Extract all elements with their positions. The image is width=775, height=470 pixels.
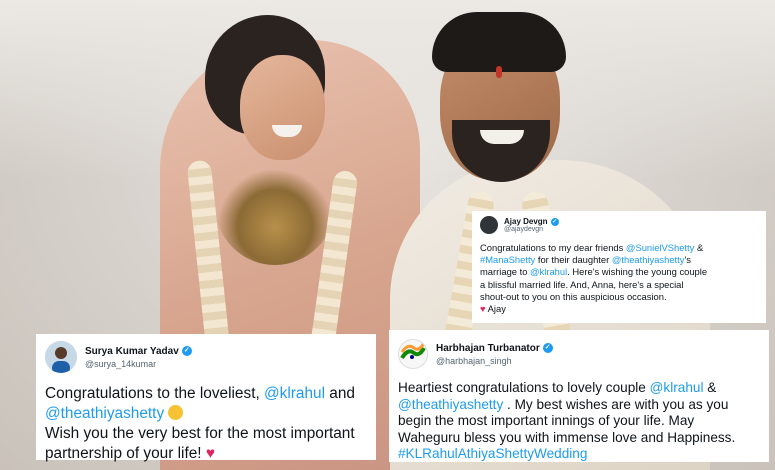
tweet-author-handle[interactable]: @ajaydevgn (504, 226, 559, 233)
tweet-author-name[interactable]: Harbhajan Turbanator (436, 343, 540, 354)
tweet-signature: Ajay (487, 303, 506, 315)
flag-icon (399, 340, 427, 368)
tweet-author-name[interactable]: Surya Kumar Yadav (85, 346, 179, 357)
tweet-card-surya[interactable]: Surya Kumar Yadav ✓ @surya_14kumar Congr… (36, 334, 376, 462)
tweet-text: Heartiest congratulations to lovely coup… (398, 380, 761, 463)
verified-check-icon: ✓ (542, 343, 553, 353)
mention-link[interactable]: @klrahul (530, 266, 567, 277)
heart-icon: ♥ (205, 445, 215, 462)
mention-link[interactable]: @theathiyashetty (612, 254, 685, 265)
avatar[interactable] (45, 341, 77, 373)
tweet-author-handle[interactable]: @surya_14kumar (85, 359, 192, 369)
tweet-text-segment: & (694, 242, 704, 253)
tweet-card-harbhajan[interactable]: Harbhajan Turbanator ✓ @harbhajan_singh … (389, 330, 769, 462)
tweet-text-segment: Congratulations to the loveliest, (45, 385, 265, 402)
tweet-text-segment: and (325, 385, 355, 402)
mention-link[interactable]: @klrahul (264, 385, 325, 402)
hashtag-link[interactable]: #KLRahulAthiyaShettyWedding (398, 446, 587, 461)
tweet-text-line: shout-out to you on this auspicious occa… (480, 290, 667, 302)
tweet-card-ajay[interactable]: Ajay Devgn ✓ @ajaydevgn Congratulations … (472, 211, 766, 323)
tweet-text-segment: 's (684, 254, 691, 266)
verified-check-icon: ✓ (550, 217, 559, 226)
heart-icon: ♥ (480, 303, 486, 315)
tweet-text-segment: partnership of your life! (45, 445, 206, 462)
avatar[interactable] (480, 216, 498, 234)
tweet-text-segment: Heartiest congratulations to lovely coup… (398, 380, 650, 395)
person-icon (45, 341, 77, 373)
tweet-text-segment: Congratulations to my dear friends (480, 242, 626, 253)
tweet-text-line: begin the most important innings of your… (398, 413, 695, 429)
hashtag-link[interactable]: #ManaShetty (480, 254, 535, 265)
tweet-text-segment: for their daughter (535, 254, 612, 266)
tweet-author-handle[interactable]: @harbhajan_singh (436, 356, 553, 366)
tweet-text-segment: & (703, 380, 717, 395)
tweet-text-line: a blissful married life. And, Anna, here… (480, 278, 684, 290)
tweet-author-name[interactable]: Ajay Devgn (504, 217, 548, 226)
tweet-text-segment: . My best wishes are with you as you (503, 396, 729, 412)
tweet-text-line: Wish you the very best for the most impo… (45, 425, 355, 442)
mention-link[interactable]: @theathiyashetty (398, 397, 503, 412)
mention-link[interactable]: @theathiyashetty (45, 405, 164, 422)
mention-link[interactable]: @klrahul (650, 380, 704, 395)
tweet-text-segment: marriage to (480, 266, 531, 278)
mention-link[interactable]: @SunielVShetty (626, 242, 694, 253)
hugging-face-emoji-icon (168, 405, 184, 420)
tweet-text: Congratulations to the loveliest, @klrah… (45, 384, 368, 464)
verified-check-icon: ✓ (181, 346, 192, 356)
tweet-text-segment: . Here's wishing the young couple (567, 266, 708, 278)
tweet-text-line: Waheguru bless you with immense love and… (398, 429, 736, 445)
avatar[interactable] (398, 339, 428, 369)
tweet-text: Congratulations to my dear friends @Suni… (480, 242, 758, 315)
